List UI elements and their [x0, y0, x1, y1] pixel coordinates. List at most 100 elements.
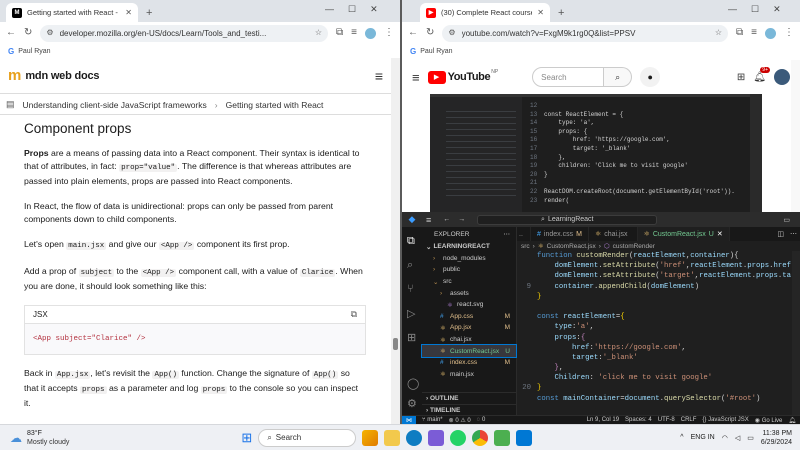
close-tab-icon[interactable]: ✕ [125, 8, 132, 17]
layout-icon[interactable]: ▭ [783, 216, 790, 224]
minimize-icon[interactable]: — [728, 4, 737, 15]
create-video-icon[interactable]: ⊞ [737, 72, 745, 83]
remote-indicator-icon[interactable]: ⋈ [402, 416, 416, 424]
right-address-bar[interactable]: ⚙ youtube.com/watch?v=FxgM9k1rg0Q&list=P… [442, 24, 729, 42]
youtube-avatar[interactable] [774, 69, 790, 85]
code-line[interactable]: } [517, 293, 800, 303]
more-actions-icon[interactable]: ⋯ [787, 227, 800, 241]
code-line[interactable]: Children: 'click me to visit google' [517, 374, 800, 384]
left-bookmark-user[interactable]: Paul Ryan [18, 48, 50, 55]
file-tree-item[interactable]: ⚛ App.jsx M [422, 322, 516, 334]
back-icon[interactable]: ← [408, 28, 418, 38]
close-tab-icon[interactable]: ✕ [717, 230, 723, 238]
code-line[interactable]: props:{ [517, 334, 800, 344]
tab-overflow[interactable]: .. [517, 227, 531, 241]
media-icon[interactable]: ≡ [351, 28, 357, 38]
copy-icon[interactable]: ⧉ [351, 308, 357, 321]
youtube-logo-text[interactable]: YouTube [448, 71, 491, 83]
maximize-icon[interactable]: ☐ [348, 4, 356, 15]
search-icon[interactable]: ⌕ [407, 259, 413, 272]
hamburger-menu-icon[interactable]: ≡ [412, 70, 420, 85]
command-center[interactable]: ⌕ LearningReact [477, 214, 658, 225]
notifications-bell-icon[interactable]: 🔔︎ [788, 417, 800, 424]
reload-icon[interactable]: ↻ [24, 28, 32, 38]
clock[interactable]: 11:38 PM 6/29/2024 [761, 429, 792, 447]
youtube-logo-icon[interactable]: ▶ [427, 70, 446, 84]
file-tree-item[interactable]: ⚛ chai.jsx [422, 334, 516, 346]
split-editor-icon[interactable]: ◫ [774, 227, 787, 241]
editor-scrollbar[interactable] [792, 251, 800, 415]
vscode-menu-icon[interactable]: ≡ [426, 215, 431, 225]
wifi-icon[interactable]: ◠ [722, 434, 728, 442]
video-player[interactable]: 12 13 const ReactElement = {14 type: 'a', 1… [430, 94, 762, 212]
nav-forward-icon[interactable]: → [458, 216, 465, 223]
eol[interactable]: CRLF [681, 417, 697, 423]
code-line[interactable]: }, [517, 364, 800, 374]
notifications-icon[interactable]: 🔔︎ 9+ [753, 66, 770, 83]
ports-indicator[interactable]: ◌ 0 [477, 417, 486, 423]
hamburger-menu-icon[interactable]: ≡ [375, 68, 383, 84]
project-root[interactable]: ⌄ LEARNINGREACT [422, 241, 516, 253]
code-line[interactable]: target: '_blank' [517, 354, 800, 364]
close-window-icon[interactable]: ✕ [773, 4, 781, 15]
nav-back-icon[interactable]: ← [443, 216, 450, 223]
left-scroll-thumb[interactable] [393, 338, 398, 350]
extensions-icon[interactable]: ⧉ [336, 28, 343, 38]
right-tab-youtube[interactable]: ▶ (30) Complete React course wit ✕ [420, 3, 550, 22]
close-window-icon[interactable]: ✕ [370, 4, 378, 15]
site-info-icon[interactable]: ⚙ [46, 29, 53, 37]
file-tree-item[interactable]: › node_modules [422, 253, 516, 265]
code-line[interactable]: domElement. setAttribute('target', reactEl… [517, 272, 800, 282]
code-line[interactable]: type:'a', [517, 323, 800, 333]
search-input[interactable]: Search [532, 67, 605, 87]
code-lines[interactable]: function customRender(reactElement, conta… [517, 251, 800, 405]
file-tree-item[interactable]: ⚛ CustomReact.jsx U [421, 344, 517, 358]
explorer-icon[interactable]: ⧉ [407, 235, 415, 248]
new-tab-icon[interactable]: + [146, 7, 152, 19]
file-tree-item[interactable]: ⚛ main.jsx [422, 369, 516, 381]
outline-section[interactable]: › OUTLINE [422, 392, 516, 404]
breadcrumb-item[interactable]: src [521, 243, 530, 250]
language-mode[interactable]: {} JavaScript JSX [702, 417, 748, 423]
editor-tab[interactable]: ⚛ chai.jsx [589, 227, 638, 241]
right-scrollbar[interactable] [791, 60, 800, 212]
vscode-taskbar-icon[interactable] [516, 429, 533, 446]
mdn-logo-text[interactable]: mdn web docs [25, 70, 99, 82]
edge-icon[interactable] [406, 429, 423, 446]
file-tree-item[interactable]: ⌄ src [422, 276, 516, 288]
app-icon[interactable] [494, 429, 511, 446]
sidebar-toggle-icon[interactable]: ▤ [6, 99, 15, 110]
file-tree-item[interactable]: › assets [422, 287, 516, 299]
indentation[interactable]: Spaces: 4 [625, 417, 652, 423]
breadcrumb-item[interactable]: Getting started with React [226, 100, 324, 110]
code-line[interactable] [517, 303, 800, 313]
weather-widget[interactable]: ☁ 83°F Mostly cloudy [10, 429, 69, 447]
language-indicator[interactable]: ENG IN [691, 434, 715, 442]
profile-avatar[interactable] [765, 27, 776, 39]
battery-icon[interactable]: ▭ [747, 434, 754, 442]
minimize-icon[interactable]: — [325, 4, 334, 15]
maximize-icon[interactable]: ☐ [751, 4, 759, 15]
file-tree-item[interactable]: › public [422, 264, 516, 276]
settings-gear-icon[interactable]: ⚙ [407, 397, 417, 410]
file-explorer-icon[interactable] [384, 429, 401, 446]
volume-icon[interactable]: ◁ [735, 434, 740, 442]
site-info-icon[interactable]: ⚙ [448, 29, 455, 37]
file-tree-item[interactable]: # index.css M [422, 357, 516, 369]
code-line[interactable]: const reactElement ={ [517, 313, 800, 323]
taskbar-search[interactable]: ⌕ Search [258, 428, 357, 447]
profile-avatar[interactable] [365, 27, 376, 39]
menu-icon[interactable]: ⋮ [384, 28, 394, 38]
editor-tab[interactable]: # index.css M [531, 227, 589, 241]
code-line[interactable]: 9 container. appendChild(domElement) [517, 283, 800, 293]
encoding[interactable]: UTF-8 [658, 417, 675, 423]
reload-icon[interactable]: ↻ [426, 28, 434, 38]
file-tree-item[interactable]: # App.css M [422, 311, 516, 323]
task-view-icon[interactable] [362, 429, 379, 446]
code-line[interactable]: 20} [517, 384, 800, 394]
search-button[interactable]: ⌕ [604, 67, 633, 87]
go-live-button[interactable]: ◉ Go Live [755, 417, 783, 424]
bookmark-star-icon[interactable]: ☆ [315, 29, 322, 37]
windows-start-icon[interactable]: ⊞ [241, 430, 252, 446]
code-line[interactable]: domElement. setAttribute('href', reactElem… [517, 262, 800, 272]
